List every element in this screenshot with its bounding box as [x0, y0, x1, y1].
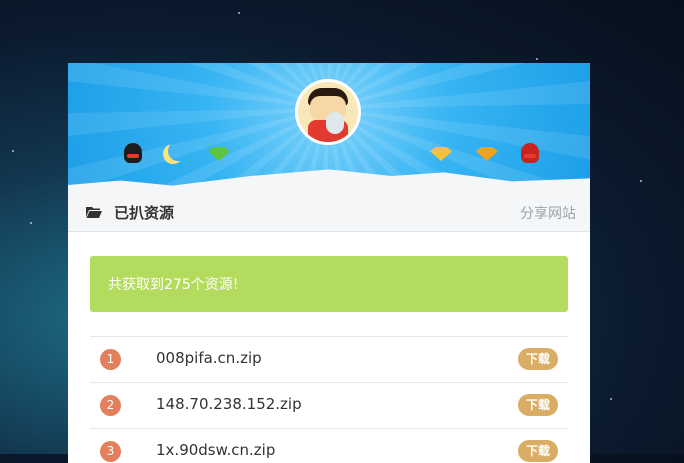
folder-open-icon — [86, 207, 102, 218]
list-item: 1 008pifa.cn.zip 下载 — [90, 336, 568, 382]
star — [12, 150, 14, 152]
star — [610, 398, 612, 400]
star — [238, 12, 240, 14]
list-item: 3 1x.90dsw.cn.zip 下载 — [90, 428, 568, 463]
result-alert: 共获取到275个资源! — [90, 256, 568, 312]
moon-icon — [168, 141, 188, 161]
section-header: 已扒资源 分享网站 — [68, 193, 590, 232]
download-button[interactable]: 下载 — [518, 348, 558, 370]
index-badge: 3 — [100, 441, 121, 462]
star — [640, 180, 642, 182]
qq-penguin-icon — [521, 143, 539, 163]
header-banner — [68, 63, 590, 193]
resource-card: 已扒资源 分享网站 共获取到275个资源! 1 008pifa.cn.zip 下… — [68, 63, 590, 463]
list-item: 2 148.70.238.152.zip 下载 — [90, 382, 568, 428]
avatar — [295, 79, 361, 145]
index-badge: 2 — [100, 395, 121, 416]
alert-message: 共获取到275个资源! — [108, 277, 239, 293]
download-button[interactable]: 下载 — [518, 394, 558, 416]
qq-penguin-icon — [124, 143, 142, 163]
star — [30, 222, 32, 224]
section-title: 已扒资源 — [114, 204, 175, 222]
star — [536, 58, 538, 60]
index-badge: 1 — [100, 349, 121, 370]
file-name: 148.70.238.152.zip — [156, 395, 302, 413]
file-name: 1x.90dsw.cn.zip — [156, 441, 276, 459]
file-name: 008pifa.cn.zip — [156, 349, 262, 367]
file-list: 1 008pifa.cn.zip 下载 2 148.70.238.152.zip… — [90, 336, 568, 463]
share-site-link[interactable]: 分享网站 — [520, 203, 576, 223]
download-button[interactable]: 下载 — [518, 440, 558, 462]
